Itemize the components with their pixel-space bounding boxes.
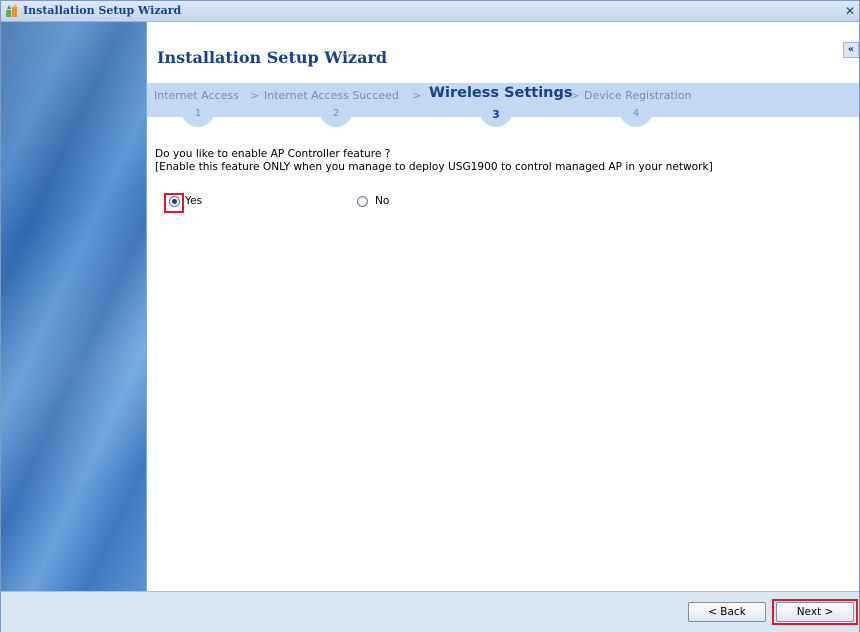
wizard-window: Installation Setup Wizard ✕ « Installati…	[0, 0, 860, 632]
wizard-steps: Internet Access > Internet Access Succee…	[147, 83, 859, 127]
radio-yes-label[interactable]: Yes	[185, 195, 202, 207]
step-internet-access-succeed: Internet Access Succeed	[264, 89, 399, 102]
step-separator: >	[412, 89, 422, 102]
title-bar: Installation Setup Wizard ✕	[1, 1, 859, 22]
window-title: Installation Setup Wizard	[23, 4, 182, 17]
wizard-footer: < Back Next >	[1, 591, 859, 632]
highlight-yes-box	[164, 193, 184, 213]
radio-no-label[interactable]: No	[375, 195, 389, 207]
step-separator: >	[570, 89, 580, 102]
close-icon[interactable]: ✕	[843, 4, 857, 18]
step-separator: >	[250, 89, 260, 102]
ap-controller-question: Do you like to enable AP Controller feat…	[155, 148, 713, 174]
question-note: [Enable this feature ONLY when you manag…	[155, 161, 713, 173]
step-internet-access: Internet Access	[154, 89, 239, 102]
wizard-content: « Installation Setup Wizard Internet Acc…	[147, 22, 859, 591]
step-number-active: 3	[479, 105, 513, 127]
step-number: 2	[319, 105, 353, 127]
step-number: 1	[181, 105, 215, 127]
page-title: Installation Setup Wizard	[157, 48, 388, 67]
back-button[interactable]: < Back	[688, 602, 766, 622]
highlight-next-box	[772, 599, 858, 625]
question-line: Do you like to enable AP Controller feat…	[155, 148, 391, 160]
radio-no[interactable]	[357, 196, 368, 207]
wizard-icon	[6, 4, 17, 17]
step-number: 4	[619, 105, 653, 127]
collapse-icon[interactable]: «	[843, 42, 859, 58]
step-device-registration: Device Registration	[584, 89, 692, 102]
side-panel-graphic	[1, 22, 147, 591]
radio-no-option[interactable]: No	[357, 194, 417, 210]
step-wireless-settings: Wireless Settings	[429, 85, 573, 101]
